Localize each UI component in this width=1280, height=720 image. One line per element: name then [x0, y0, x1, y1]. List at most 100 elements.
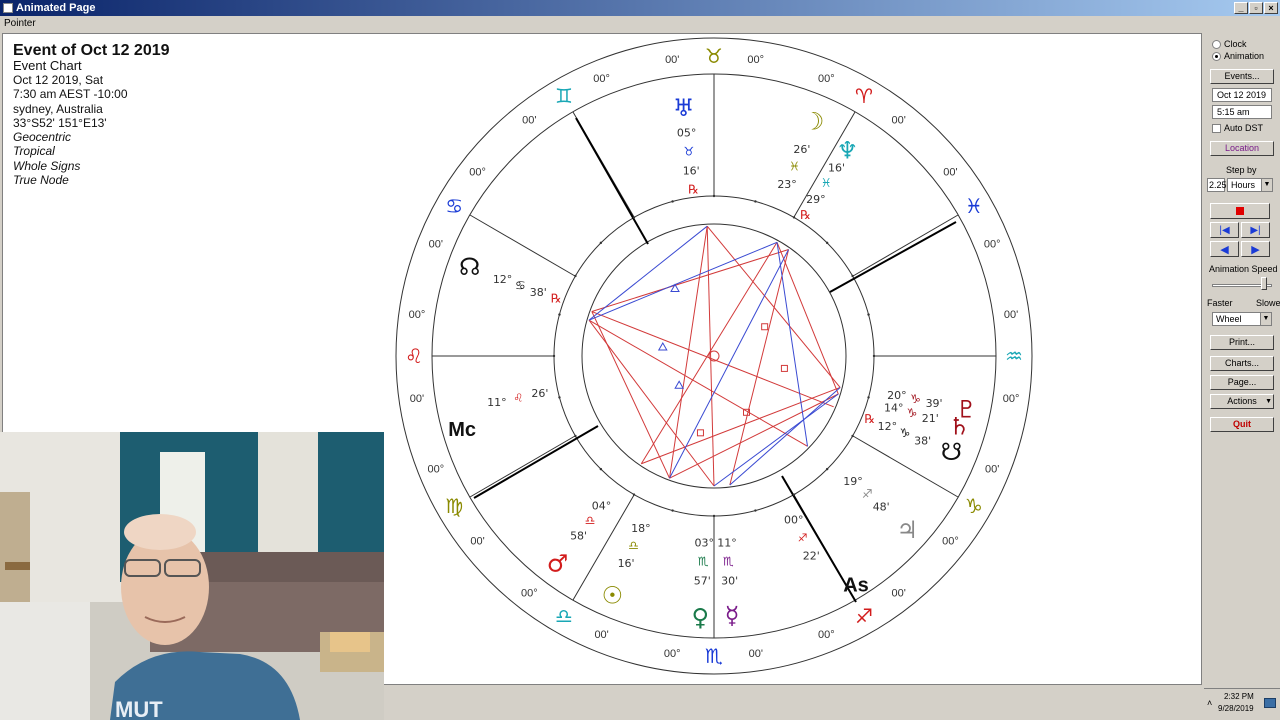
degree-tick [671, 509, 674, 512]
charts-button[interactable]: Charts... [1210, 356, 1274, 371]
webcam-overlay: MUT [0, 432, 384, 720]
sign-degree-label: 00° [942, 536, 959, 548]
page-button[interactable]: Page... [1210, 375, 1274, 390]
chart-date: Oct 12 2019, Sat [13, 73, 104, 87]
skip-forward-icon: ▶| [1250, 224, 1261, 236]
auto-dst-check[interactable] [1212, 123, 1221, 133]
step-back-button[interactable]: ◀ [1210, 241, 1239, 257]
date-field[interactable]: Oct 12 2019 [1212, 88, 1272, 102]
saturn-position-label: 14° [884, 402, 904, 415]
close-button[interactable]: × [1264, 2, 1278, 14]
aspect-line [706, 225, 841, 388]
clock-radio[interactable]: Clock [1212, 39, 1247, 49]
north-node-position-label: 38' [530, 286, 547, 299]
degree-tick [558, 396, 561, 399]
step-unit-select[interactable]: Hours ▼ [1227, 178, 1273, 192]
sign-degree-label: 00° [818, 73, 835, 85]
speed-slider-thumb[interactable] [1261, 277, 1267, 290]
degree-tick [754, 200, 757, 203]
mc-label: Mc [448, 419, 476, 441]
sign-degree-label: 00° [409, 309, 426, 321]
sign-degree-label: 00° [428, 463, 445, 475]
square-aspect-marker [761, 323, 769, 331]
trine-aspect-marker [657, 341, 668, 351]
sun-position-label: 18° [631, 522, 651, 535]
mercury-position-label: 11° [717, 537, 737, 550]
skip-back-button[interactable]: |◀ [1210, 222, 1239, 238]
animation-radio[interactable]: Animation [1212, 51, 1264, 61]
sign-glyph: ♌ [405, 344, 423, 368]
animation-radio-dot[interactable] [1212, 51, 1221, 61]
chart-location: sydney, Australia [13, 101, 103, 116]
square-aspect-marker [780, 364, 788, 372]
pluto-position-label: 39' [926, 397, 943, 410]
sign-degree-label: 00' [985, 463, 999, 475]
sign-degree-label: 00' [665, 54, 679, 66]
venus-position-label: 57' [694, 575, 711, 588]
print-button[interactable]: Print... [1210, 335, 1274, 350]
sun-glyph: ☉ [602, 581, 624, 609]
chart-title: Event of Oct 12 2019 [13, 42, 170, 59]
uranus-position-label: 16' [683, 164, 700, 177]
tray-clock-date[interactable]: 9/28/2019 [1218, 704, 1254, 713]
app-icon [3, 3, 13, 13]
sign-degree-label: 00° [664, 648, 681, 660]
location-button[interactable]: Location [1210, 141, 1274, 156]
mercury-position-label: ♏ [723, 554, 734, 568]
mars-position-label: 04° [592, 499, 612, 512]
sign-degree-label: 00' [892, 587, 906, 599]
degree-tick [552, 354, 556, 358]
notification-icon[interactable] [1264, 698, 1276, 708]
sign-degree-label: 00° [593, 73, 610, 85]
setting-house-system: Whole Signs [13, 158, 81, 173]
skip-forward-button[interactable]: ▶| [1241, 222, 1270, 238]
saturn-position-label: 21' [922, 412, 939, 425]
mars-glyph: ♂ [547, 550, 569, 578]
skip-back-icon: |◀ [1219, 224, 1230, 236]
chart-time: 7:30 am AEST -10:00 [13, 87, 128, 102]
slower-label: Slower [1256, 298, 1280, 308]
clock-radio-dot[interactable] [1212, 39, 1221, 49]
sign-glyph: ♑ [965, 494, 983, 518]
tray-clock-time[interactable]: 2:32 PM [1224, 692, 1254, 701]
minimize-button[interactable]: _ [1234, 2, 1248, 14]
chevron-down-icon: ▼ [1260, 313, 1271, 325]
actions-button[interactable]: Actions ▼ [1210, 394, 1274, 409]
venus-position-label: 03° [694, 537, 714, 550]
step-forward-button[interactable]: ▶ [1241, 241, 1270, 257]
tray-up-arrow-icon[interactable]: ˄ [1207, 698, 1212, 708]
quit-button[interactable]: Quit [1210, 417, 1274, 432]
clock-label: Clock [1224, 39, 1247, 49]
menu-pointer[interactable]: Pointer [4, 18, 36, 29]
degree-tick [792, 216, 796, 219]
saturn-glyph: ♄ [948, 412, 970, 440]
mars-position-label: ♎ [585, 514, 596, 528]
restore-button[interactable]: ▫ [1249, 2, 1263, 14]
stop-button[interactable] [1210, 203, 1270, 219]
view-mode-select[interactable]: Wheel ▼ [1212, 312, 1272, 326]
time-field[interactable]: 5:15 am [1212, 105, 1272, 119]
events-button[interactable]: Events... [1210, 69, 1274, 84]
sign-degree-label: 00' [410, 393, 424, 405]
sign-glyph: ♉ [705, 44, 723, 68]
chart-info: Event of Oct 12 2019 Event Chart Oct 12 … [13, 42, 170, 187]
degree-tick [825, 467, 829, 471]
uranus-position-label: 05° [677, 127, 697, 140]
wheel-rings [395, 37, 1033, 675]
pluto-position-label: 20° [887, 389, 907, 402]
astrology-wheel: ♉ 00' 00° ♈ 00° 00' ♓ 00' 00° ♒ 00' 00° ♑ 00' 00° ♐ 00' 0… [395, 37, 1033, 675]
bottom-strip [384, 686, 1202, 720]
aspect-line [640, 242, 778, 465]
menubar: Pointer [0, 16, 1280, 32]
pluto-position-label: ♑ [910, 392, 921, 406]
aspect-line [776, 242, 809, 447]
step-value-field[interactable]: 2.25 [1207, 178, 1227, 192]
jupiter-position-label: 48' [873, 501, 890, 514]
auto-dst-checkbox[interactable]: Auto DST [1212, 123, 1263, 133]
uranus-position-label: ♉ [684, 145, 695, 159]
degree-tick [632, 493, 636, 496]
degree-tick [754, 509, 757, 512]
moon-position-label: ♓ [789, 159, 800, 173]
south-node-position-label: 38' [914, 434, 931, 447]
uranus-glyph: ♅ [673, 94, 695, 122]
